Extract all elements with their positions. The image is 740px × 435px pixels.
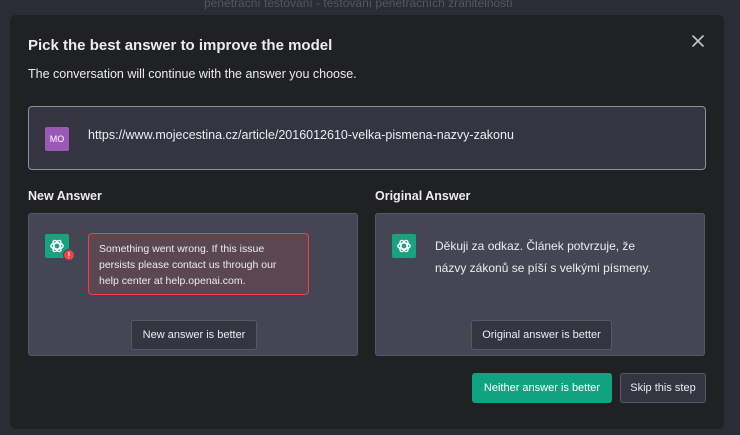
openai-logo-icon [392,234,416,258]
dialog-subtitle: The conversation will continue with the … [28,67,357,81]
compare-answers-dialog: Pick the best answer to improve the mode… [10,15,724,429]
user-prompt: MO https://www.mojecestina.cz/article/20… [28,106,706,170]
error-badge: ! [63,249,75,261]
dialog-title: Pick the best answer to improve the mode… [28,37,333,54]
close-icon [692,35,704,47]
background-page-text: penetrační testování - testování penetra… [204,0,513,10]
close-button[interactable] [690,33,706,49]
skip-step-button[interactable]: Skip this step [620,373,706,403]
new-answer-card: ! Something went wrong. If this issue pe… [28,213,358,356]
neither-answer-better-button[interactable]: Neither answer is better [472,373,612,403]
new-answer-better-button[interactable]: New answer is better [131,320,257,350]
error-message: Something went wrong. If this issue pers… [88,233,309,295]
original-answer-label: Original Answer [375,189,471,203]
original-answer-text: Děkuji za odkaz. Článek potvrzuje, že ná… [435,239,651,275]
new-answer-label: New Answer [28,189,102,203]
original-answer-card: Děkuji za odkaz. Článek potvrzuje, že ná… [375,213,705,356]
original-answer-better-button[interactable]: Original answer is better [471,320,612,350]
user-avatar: MO [45,127,69,151]
prompt-text: https://www.mojecestina.cz/article/20160… [88,128,514,142]
